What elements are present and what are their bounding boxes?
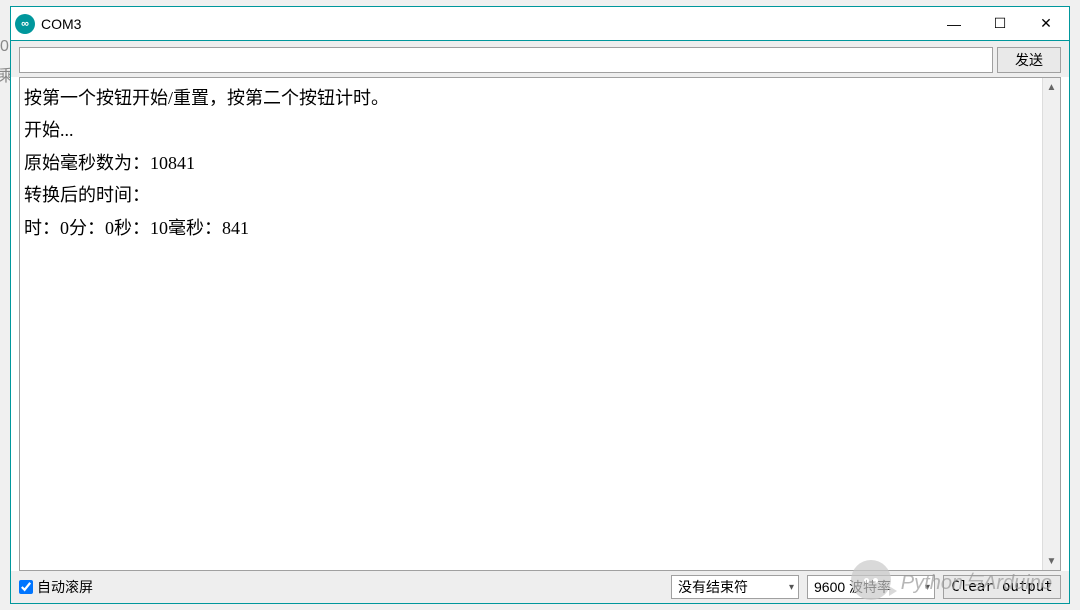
chevron-down-icon: ▾ [925, 582, 930, 593]
window-controls: — ☐ ✕ [931, 7, 1069, 40]
window-title: COM3 [41, 16, 81, 32]
autoscroll-input[interactable] [19, 580, 33, 594]
send-button[interactable]: 发送 [997, 47, 1061, 73]
clear-output-button[interactable]: Clear output [943, 575, 1061, 599]
serial-monitor-window: ∞ COM3 — ☐ ✕ 发送 按第一个按钮开始/重置，按第二个按钮计时。 开始… [10, 6, 1070, 604]
scroll-down-icon[interactable]: ▼ [1043, 552, 1060, 570]
line-ending-select[interactable]: 没有结束符 ▾ [671, 575, 799, 599]
autoscroll-label: 自动滚屏 [37, 577, 93, 597]
titlebar: ∞ COM3 — ☐ ✕ [11, 7, 1069, 41]
scroll-up-icon[interactable]: ▲ [1043, 78, 1060, 96]
send-row: 发送 [11, 41, 1069, 77]
baud-rate-value: 9600 波特率 [814, 577, 891, 597]
scroll-track[interactable] [1043, 96, 1060, 552]
close-button[interactable]: ✕ [1023, 7, 1069, 40]
bg-stray-char: 0 [0, 38, 9, 56]
maximize-button[interactable]: ☐ [977, 7, 1023, 40]
arduino-icon: ∞ [15, 14, 35, 34]
minimize-button[interactable]: — [931, 7, 977, 40]
chevron-down-icon: ▾ [789, 582, 794, 593]
bottom-bar: 自动滚屏 没有结束符 ▾ 9600 波特率 ▾ Clear output [11, 571, 1069, 603]
scrollbar[interactable]: ▲ ▼ [1042, 78, 1060, 570]
autoscroll-checkbox[interactable]: 自动滚屏 [19, 577, 93, 597]
output-area: 按第一个按钮开始/重置，按第二个按钮计时。 开始... 原始毫秒数为：10841… [19, 77, 1061, 571]
send-input[interactable] [19, 47, 993, 73]
baud-rate-select[interactable]: 9600 波特率 ▾ [807, 575, 935, 599]
line-ending-value: 没有结束符 [678, 577, 748, 597]
serial-output[interactable]: 按第一个按钮开始/重置，按第二个按钮计时。 开始... 原始毫秒数为：10841… [20, 78, 1042, 570]
